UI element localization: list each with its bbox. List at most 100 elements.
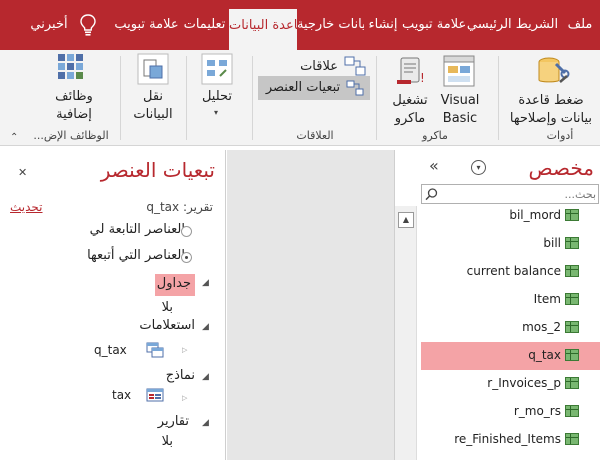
list-item[interactable]: bil_mord [421, 202, 600, 230]
group-label-addins: الوظائف الإض... [33, 129, 109, 142]
close-icon[interactable]: ✕ [18, 166, 27, 179]
table-icon [565, 265, 579, 277]
list-item-label: re_Finished_Items [454, 432, 561, 446]
compact-repair-icon [538, 57, 570, 83]
addins-button[interactable]: وظائف إضافية [44, 88, 104, 124]
nav-pane-title: مخصص [528, 156, 594, 180]
list-item-label: mos_2 [522, 320, 561, 334]
relationships-button[interactable]: علاقات [300, 58, 338, 76]
form-item-tax[interactable]: tax [112, 388, 131, 402]
expand-form-item-icon[interactable]: ▷ [182, 394, 187, 402]
lightbulb-icon[interactable] [80, 14, 96, 36]
list-item-selected[interactable]: q_tax [421, 342, 600, 370]
expand-reports-icon[interactable]: ◢ [202, 418, 209, 428]
forms-header[interactable]: نماذج [166, 368, 195, 383]
query-icon [146, 342, 164, 358]
queries-header[interactable]: استعلامات [139, 318, 195, 333]
list-item[interactable]: r_mo_rs [421, 398, 600, 426]
table-icon [565, 433, 579, 445]
chevron-down-icon[interactable]: ▾ [471, 160, 486, 175]
tab-tell-me[interactable]: أخبرني [20, 0, 78, 50]
reports-none: بلا [161, 434, 173, 449]
tab-create[interactable]: إنشاء [364, 0, 402, 50]
list-item-label: Item [533, 292, 561, 306]
query-item-q-tax[interactable]: q_tax [94, 343, 127, 357]
group-label-relationships: العلاقات [296, 129, 334, 142]
tab-external-data[interactable]: بيانات خارجية [297, 0, 364, 50]
list-item-label: r_mo_rs [513, 404, 561, 418]
expand-queries-icon[interactable]: ◢ [202, 322, 209, 332]
ribbon-separator [376, 56, 377, 140]
radio-label-i-depend-on: العناصر التي أتبعها [87, 248, 185, 263]
table-icon [565, 377, 579, 389]
table-icon [565, 349, 579, 361]
list-item[interactable]: bill [421, 230, 600, 258]
tables-none: بلا [161, 300, 173, 315]
move-data-button[interactable]: نقل البيانات [124, 88, 182, 124]
list-item[interactable]: mos_2 [421, 314, 600, 342]
list-item[interactable]: current balance [421, 258, 600, 286]
svg-text:!: ! [420, 71, 425, 85]
radio-i-depend-on[interactable] [181, 252, 192, 263]
pane-title: تبعيات العنصر [100, 158, 215, 182]
table-icon [565, 293, 579, 305]
tab-file[interactable]: ملف [560, 0, 600, 50]
object-dependencies-label: تبعيات العنصر [265, 80, 341, 95]
list-item-label: q_tax [528, 348, 561, 362]
tab-home[interactable]: الشريط الرئيسي [465, 0, 560, 50]
expand-query-item-icon[interactable]: ▷ [182, 346, 187, 354]
document-area [227, 150, 394, 460]
list-item-label: bil_mord [509, 208, 561, 222]
chevron-down-icon[interactable]: ▾ [214, 108, 218, 117]
analyze-icon [201, 53, 233, 85]
reports-header[interactable]: تقارير [158, 414, 189, 429]
nav-search-input[interactable] [442, 185, 596, 203]
tab-help[interactable]: تعليمات [180, 0, 229, 50]
list-item-label: r_Invoices_p [487, 376, 561, 390]
visual-basic-button[interactable]: Visual Basic [434, 92, 486, 128]
ribbon-tab-bar: ملف الشريط الرئيسي علامة تبويب إنشاء بيا… [0, 0, 600, 50]
list-item[interactable]: re_Finished_Items [421, 426, 600, 454]
report-label: تقرير: q_tax [146, 200, 213, 214]
run-macro-button[interactable]: تشغيل ماكرو [386, 92, 434, 128]
move-data-icon [137, 53, 169, 85]
table-icon [565, 209, 579, 221]
ribbon-separator [120, 56, 121, 140]
radio-depends-on-me[interactable] [181, 226, 192, 237]
refresh-link[interactable]: تحديث [10, 200, 43, 214]
form-icon [146, 388, 164, 402]
tables-header[interactable]: جداول [155, 274, 195, 296]
list-item-label: current balance [466, 264, 561, 278]
expand-tables-icon[interactable]: ◢ [202, 278, 209, 288]
object-dependencies-pane: ✕ تبعيات العنصر تقرير: q_tax تحديث العنا… [0, 150, 226, 460]
list-item-label: bill [543, 236, 561, 250]
compact-repair-button[interactable]: ضغط قاعدة بيانات وإصلاحها [505, 92, 597, 128]
object-dependencies-button[interactable]: تبعيات العنصر [258, 76, 370, 100]
expand-forms-icon[interactable]: ◢ [202, 372, 209, 382]
ribbon: ضغط قاعدة بيانات وإصلاحها أدوات Visual B… [0, 50, 600, 146]
addins-icon [58, 54, 83, 79]
nav-search-box[interactable] [421, 184, 599, 204]
table-icon [565, 321, 579, 333]
object-dependencies-icon [346, 80, 364, 96]
analyze-button[interactable]: تحليل [196, 88, 238, 106]
list-item[interactable]: r_Invoices_p [421, 370, 600, 398]
tab-custom-2[interactable]: علامة تبويب [113, 0, 180, 50]
ribbon-separator [252, 56, 253, 140]
ribbon-separator [498, 56, 499, 140]
tab-database-tools[interactable]: أدوات قاعدة البيانات [229, 9, 297, 50]
scroll-up-button[interactable]: ▲ [398, 212, 414, 228]
list-item[interactable]: Item [421, 286, 600, 314]
table-icon [565, 237, 579, 249]
nav-scrollbar[interactable]: ▲ [395, 206, 417, 460]
ribbon-separator [186, 56, 187, 140]
group-label-tools: أدوات [546, 129, 574, 142]
run-macro-icon: ! [397, 57, 425, 85]
group-label-macro: ماكرو [422, 129, 448, 142]
navigation-pane: مخصص ▾ « ▲ bil_mord bill current balance… [394, 150, 600, 460]
search-icon [425, 188, 438, 201]
collapse-ribbon-icon[interactable]: ⌃ [10, 132, 18, 143]
table-icon [565, 405, 579, 417]
tab-custom-1[interactable]: علامة تبويب [402, 0, 465, 50]
collapse-nav-pane-icon[interactable]: « [429, 156, 439, 175]
